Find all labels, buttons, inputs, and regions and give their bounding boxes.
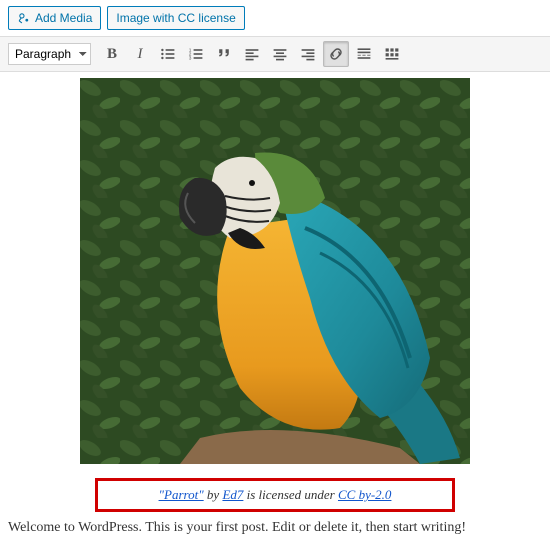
caption-licensed-text: is licensed under bbox=[243, 487, 338, 502]
image-caption: "Parrot" by Ed7 is licensed under CC by-… bbox=[95, 478, 455, 512]
format-select[interactable]: Paragraph bbox=[8, 43, 91, 65]
bullet-list-button[interactable] bbox=[155, 41, 181, 67]
caption-license-link[interactable]: CC by-2.0 bbox=[338, 487, 391, 502]
insert-more-button[interactable] bbox=[351, 41, 377, 67]
media-button-row: Add Media Image with CC license bbox=[0, 0, 550, 36]
caption-title-link[interactable]: "Parrot" bbox=[159, 487, 204, 502]
media-icon bbox=[17, 11, 31, 25]
editor-toolbar: Paragraph B I 123 bbox=[0, 36, 550, 72]
caption-author-link[interactable]: Ed7 bbox=[222, 487, 243, 502]
add-media-label: Add Media bbox=[35, 11, 92, 25]
blockquote-button[interactable] bbox=[211, 41, 237, 67]
link-button[interactable] bbox=[323, 41, 349, 67]
toolbar-toggle-button[interactable] bbox=[379, 41, 405, 67]
image-block bbox=[8, 78, 542, 468]
numbered-list-button[interactable]: 123 bbox=[183, 41, 209, 67]
svg-text:3: 3 bbox=[189, 56, 192, 62]
italic-button[interactable]: I bbox=[127, 41, 153, 67]
cc-license-button[interactable]: Image with CC license bbox=[107, 6, 244, 30]
parrot-image[interactable] bbox=[80, 78, 470, 464]
add-media-button[interactable]: Add Media bbox=[8, 6, 101, 30]
cc-license-label: Image with CC license bbox=[116, 11, 235, 25]
editor-content[interactable]: "Parrot" by Ed7 is licensed under CC by-… bbox=[0, 72, 550, 536]
post-body-text[interactable]: Welcome to WordPress. This is your first… bbox=[8, 518, 542, 536]
caption-by-text: by bbox=[204, 487, 223, 502]
align-left-button[interactable] bbox=[239, 41, 265, 67]
align-center-button[interactable] bbox=[267, 41, 293, 67]
bold-button[interactable]: B bbox=[99, 41, 125, 67]
align-right-button[interactable] bbox=[295, 41, 321, 67]
